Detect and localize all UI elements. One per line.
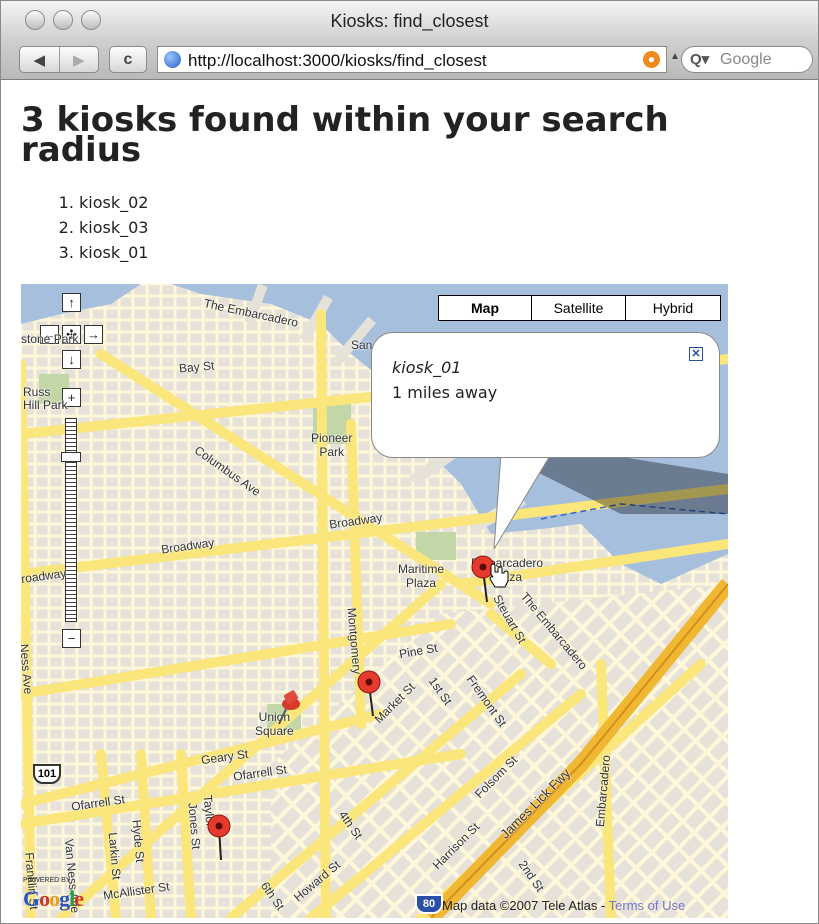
page-title: 3 kiosks found within your search radius: [21, 100, 669, 170]
street-label: Taylor: [200, 794, 218, 828]
page-content: 3 kiosks found within your search radius…: [1, 80, 818, 923]
park-label: Russ Hill Park: [23, 385, 68, 412]
park-label: stone Park: [21, 332, 79, 346]
arrow-right-icon: →: [87, 327, 100, 342]
search-placeholder: Google: [720, 51, 772, 68]
google-map[interactable]: Map Satellite Hybrid ↑ ← ✣ → ↓ + − The E…: [21, 284, 728, 918]
browser-window: Kiosks: find_closest ◀ ▶ c http://localh…: [0, 0, 819, 924]
pan-down-button[interactable]: ↓: [62, 350, 81, 369]
highway-101-shield: 101: [33, 764, 61, 784]
forward-arrow-icon: ▶: [72, 51, 85, 69]
map-type-satellite-button[interactable]: Satellite: [531, 296, 625, 320]
back-arrow-icon: ◀: [33, 51, 46, 69]
pan-right-button[interactable]: →: [84, 325, 103, 344]
list-item: kiosk_03: [79, 215, 148, 240]
forward-button[interactable]: ▶: [58, 47, 99, 72]
globe-icon: [164, 51, 181, 68]
search-field[interactable]: Q▾ Google: [681, 46, 813, 73]
back-button[interactable]: ◀: [20, 47, 59, 72]
zoom-slider-handle[interactable]: [61, 452, 81, 462]
close-icon: ✕: [691, 348, 701, 360]
map-copyright: Map data ©2007 Tele Atlas - Terms of Use: [442, 898, 685, 913]
zoom-slider[interactable]: [65, 418, 77, 622]
park-label: Union Square: [255, 710, 294, 738]
info-window-close-button[interactable]: ✕: [689, 347, 703, 361]
kiosk-list: kiosk_02 kiosk_03 kiosk_01: [41, 190, 148, 265]
arrow-down-icon: ↓: [68, 352, 75, 367]
powered-by-label: POWERED BY: [23, 877, 71, 884]
info-window-distance: 1 miles away: [392, 383, 498, 402]
search-icon[interactable]: Q▾: [690, 50, 709, 68]
window-title: Kiosks: find_closest: [330, 11, 489, 31]
info-window-title: kiosk_01: [392, 358, 462, 377]
park-label: Embarcadero Plaza: [471, 556, 544, 584]
browser-toolbar: ◀ ▶ c http://localhost:3000/kiosks/find_…: [1, 41, 818, 80]
pan-up-button[interactable]: ↑: [62, 293, 81, 312]
minus-icon: −: [67, 631, 76, 646]
map-type-map-button[interactable]: Map: [439, 296, 531, 320]
list-item: kiosk_02: [79, 190, 148, 215]
list-item: kiosk_01: [79, 240, 148, 265]
park-label: Pioneer Park: [311, 431, 353, 459]
plus-icon: +: [67, 390, 76, 405]
google-logo[interactable]: Google: [23, 886, 84, 912]
reload-button[interactable]: c: [109, 46, 147, 73]
street-label: San: [351, 338, 373, 352]
rss-feed-icon[interactable]: ●: [643, 51, 660, 68]
terms-of-use-link[interactable]: Terms of Use: [609, 898, 686, 913]
map-type-hybrid-button[interactable]: Hybrid: [625, 296, 720, 320]
chevron-up-icon[interactable]: ▲: [670, 51, 680, 62]
reload-icon: c: [123, 50, 133, 68]
url-text[interactable]: http://localhost:3000/kiosks/find_closes…: [188, 51, 487, 71]
nav-buttons: ◀ ▶: [19, 46, 99, 73]
park-label: Maritime Plaza: [398, 562, 445, 590]
arrow-up-icon: ↑: [68, 295, 75, 310]
highway-80-shield: 80: [415, 894, 443, 914]
address-bar[interactable]: http://localhost:3000/kiosks/find_closes…: [157, 46, 667, 73]
title-bar: Kiosks: find_closest: [1, 1, 818, 42]
zoom-out-button[interactable]: −: [62, 629, 81, 648]
map-type-control: Map Satellite Hybrid: [438, 295, 721, 321]
copyright-text: Map data ©2007 Tele Atlas -: [442, 898, 609, 913]
